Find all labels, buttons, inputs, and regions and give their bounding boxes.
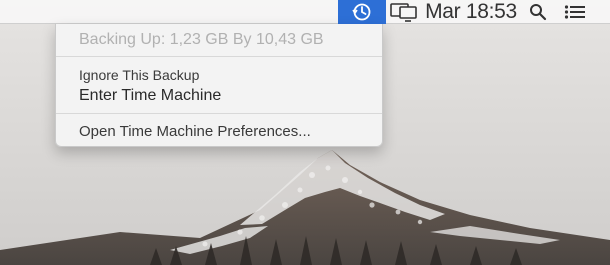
display-icon (390, 3, 417, 22)
ignore-backup-label: Ignore This Backup (79, 67, 200, 83)
list-icon (564, 5, 585, 19)
search-icon (530, 4, 547, 21)
enter-time-machine-item[interactable]: Enter Time Machine (56, 85, 382, 107)
time-machine-icon (352, 3, 371, 21)
menu-bar: Mar 18:53 (0, 0, 610, 24)
menu-separator (56, 56, 382, 57)
display-mirroring-menu[interactable] (386, 0, 422, 24)
time-machine-dropdown: Backing Up: 1,23 GB By 10,43 GB Ignore T… (55, 24, 383, 147)
backup-status-text: Backing Up: 1,23 GB By 10,43 GB (79, 31, 324, 48)
notification-center-button[interactable] (560, 0, 590, 24)
open-preferences-item[interactable]: Open Time Machine Preferences... (56, 121, 382, 143)
spotlight-button[interactable] (524, 0, 552, 24)
enter-time-machine-label: Enter Time Machine (79, 87, 222, 104)
ignore-backup-item[interactable]: Ignore This Backup (56, 65, 382, 87)
menu-separator (56, 113, 382, 114)
open-preferences-label: Open Time Machine Preferences... (79, 123, 311, 140)
time-machine-menu[interactable] (338, 0, 386, 24)
menu-bar-clock[interactable]: Mar 18:53 (425, 0, 517, 24)
